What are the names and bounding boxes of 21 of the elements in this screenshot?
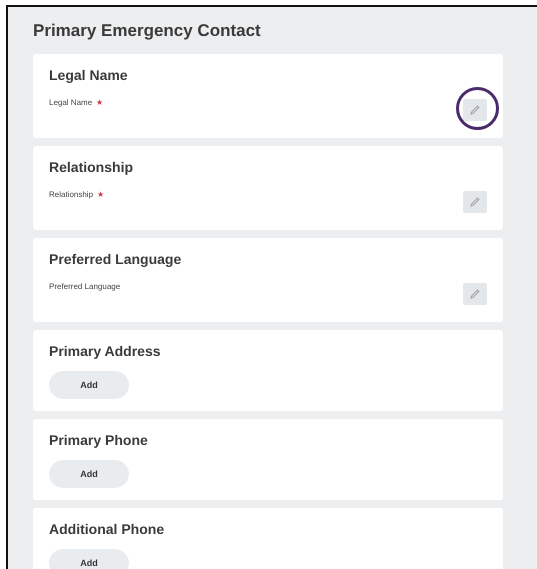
edit-button[interactable] bbox=[463, 191, 487, 213]
required-mark: ★ bbox=[97, 190, 104, 199]
section-heading: Preferred Language bbox=[49, 251, 182, 267]
section-heading: Relationship bbox=[49, 159, 134, 175]
pencil-icon bbox=[469, 196, 481, 208]
section-heading: Primary Address bbox=[49, 343, 162, 359]
edit-button[interactable] bbox=[463, 283, 487, 305]
pencil-icon bbox=[469, 104, 481, 116]
required-mark: ★ bbox=[96, 98, 104, 107]
section-heading: Primary Phone bbox=[49, 432, 149, 448]
section-heading: Legal Name bbox=[49, 67, 129, 83]
section-heading: Additional Phone bbox=[49, 521, 166, 537]
field-label: Legal Name bbox=[49, 98, 92, 107]
add-button[interactable]: Add bbox=[49, 460, 129, 488]
field-label: Relationship bbox=[49, 190, 94, 199]
field-label: Preferred Language bbox=[49, 282, 120, 291]
pencil-icon bbox=[469, 288, 481, 300]
add-button[interactable]: Add bbox=[49, 371, 129, 399]
page-title: Primary Emergency Contact bbox=[33, 20, 262, 42]
edit-button[interactable] bbox=[463, 99, 487, 121]
add-button[interactable]: Add bbox=[49, 549, 129, 569]
